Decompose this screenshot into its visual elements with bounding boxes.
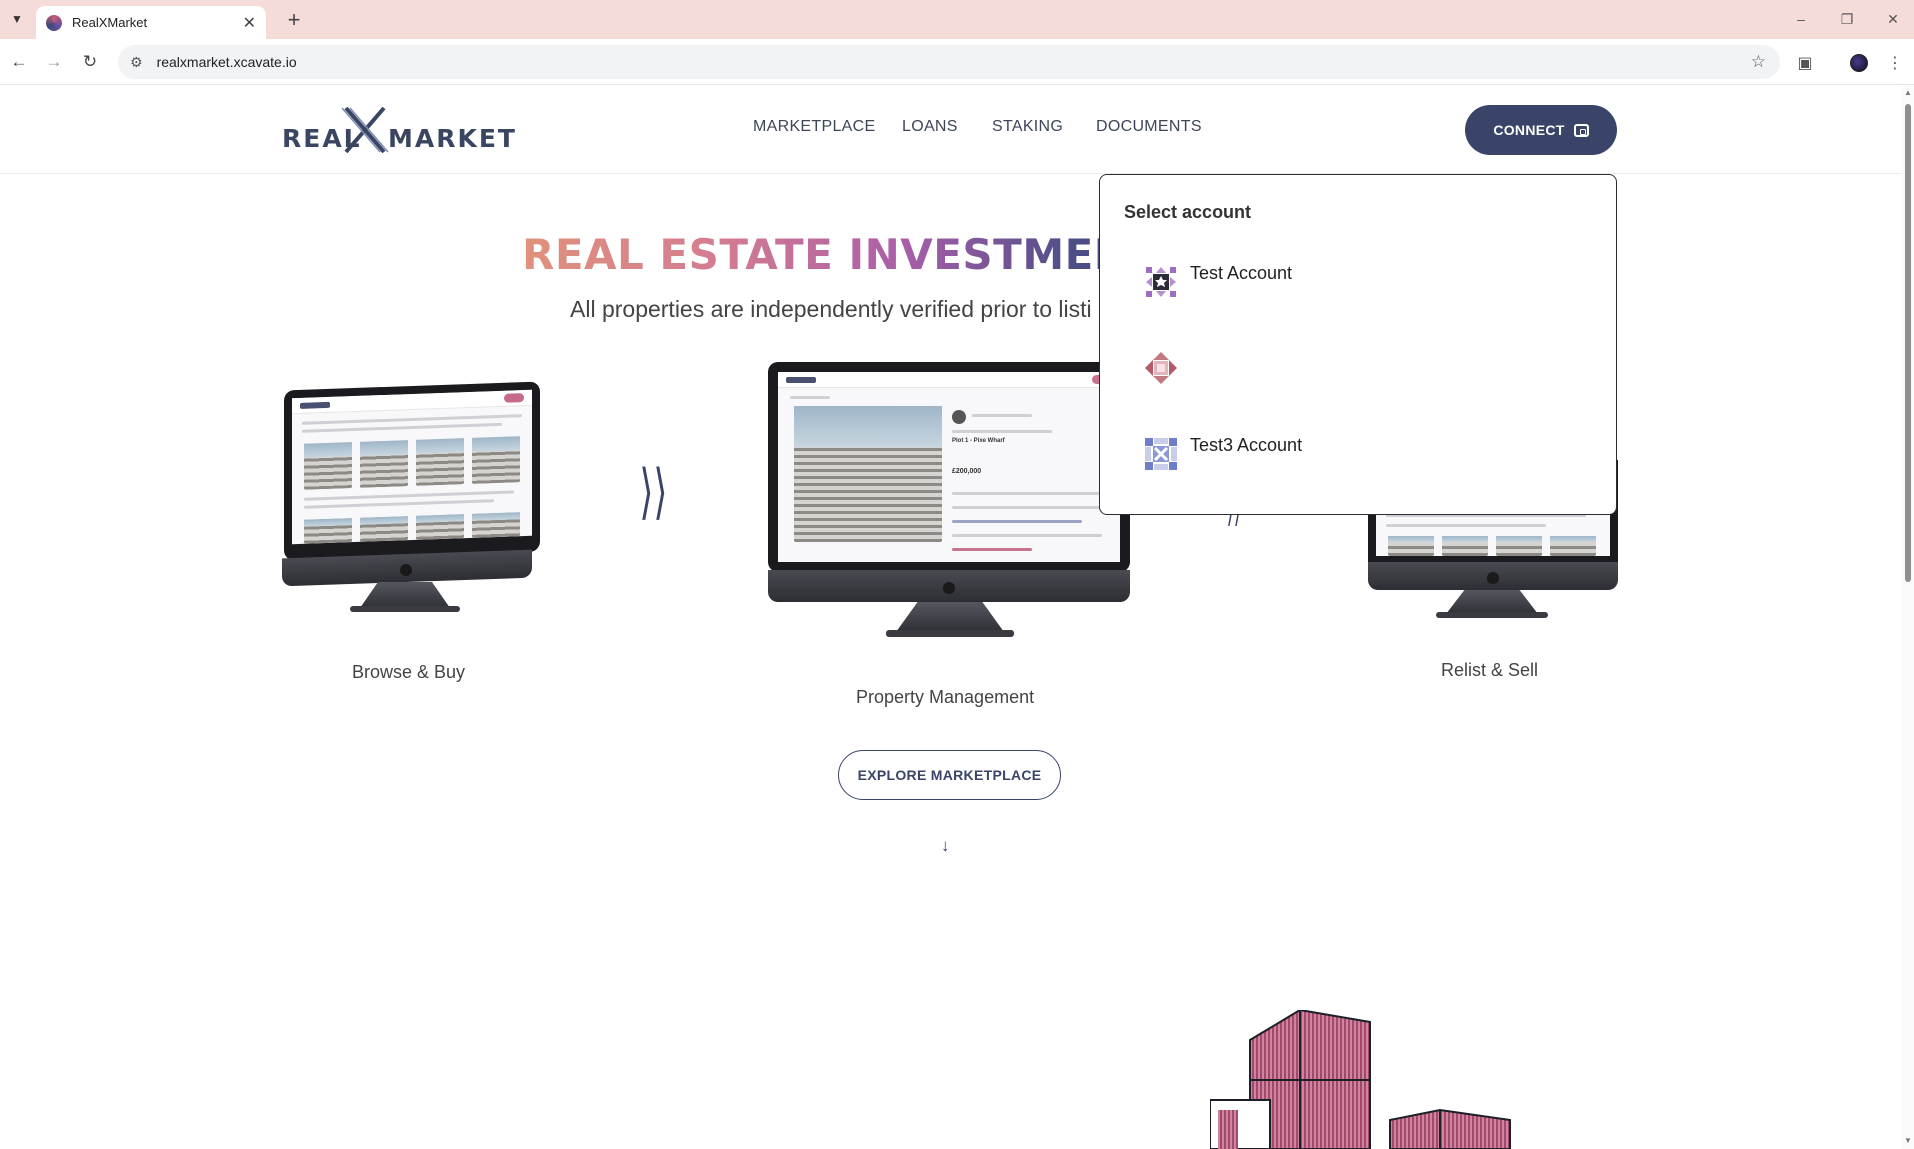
new-tab-plus-icon[interactable]: + xyxy=(280,7,308,33)
tab-close-icon[interactable]: ✕ xyxy=(243,13,256,33)
identicon-blue-cross-icon xyxy=(1144,437,1178,471)
mini-plot-title: Plot 1 - Pixe Wharf xyxy=(952,438,1005,444)
connect-label: CONNECT xyxy=(1493,122,1565,138)
building-illustration xyxy=(1210,1010,1540,1149)
identicon-purple-star-icon xyxy=(1144,265,1178,299)
reload-icon[interactable]: ↻ xyxy=(77,49,103,75)
scroll-up-icon[interactable]: ▲ xyxy=(1904,88,1912,97)
site-info-icon[interactable]: ⚙ xyxy=(130,54,143,71)
bookmark-star-icon[interactable]: ☆ xyxy=(1751,52,1766,72)
browser-toolbar: ← → ↻ ⚙ realxmarket.xcavate.io ☆ ▣ ⋮ xyxy=(0,39,1914,85)
nav-documents[interactable]: DOCUMENTS xyxy=(1096,118,1202,136)
scroll-down-arrow-icon[interactable]: ↓ xyxy=(941,836,950,856)
identicon-red-diamond-icon xyxy=(1144,351,1178,385)
profile-avatar[interactable] xyxy=(1847,51,1871,75)
minimize-icon[interactable]: – xyxy=(1778,6,1824,32)
dropdown-heading: Select account xyxy=(1124,202,1252,222)
site-header: REAL MARKET MARKETPLACE LOANS STAKING DO… xyxy=(0,86,1902,174)
restore-icon[interactable]: ❐ xyxy=(1824,6,1870,32)
realxmarket-logo[interactable]: REAL MARKET xyxy=(282,104,515,156)
nav-staking[interactable]: STAKING xyxy=(992,118,1063,136)
property-management-monitor-image: Plot 1 - Pixe Wharf £200,000 xyxy=(768,362,1132,658)
account-name-1: Test Account xyxy=(1190,263,1293,283)
nav-loans[interactable]: LOANS xyxy=(902,118,958,136)
select-account-dropdown: Select account Test Account Test3 Accoun… xyxy=(1099,174,1617,515)
step-caption-manage: Property Management xyxy=(856,687,1035,707)
tab-list-chevron-icon[interactable]: ▼ xyxy=(6,7,28,31)
browser-tab[interactable]: RealXMarket ✕ xyxy=(36,6,266,39)
explore-marketplace-button[interactable]: EXPLORE MARKETPLACE xyxy=(838,750,1061,800)
step-caption-browse: Browse & Buy xyxy=(352,662,466,682)
account-name-3: Test3 Account xyxy=(1190,435,1303,455)
step-caption-relist: Relist & Sell xyxy=(1441,660,1539,680)
site-favicon-icon xyxy=(46,14,62,31)
account-option-3[interactable]: Test3 Account xyxy=(1100,427,1616,495)
hero-subtitle: All properties are independently verifie… xyxy=(570,296,1092,322)
browser-tab-bar: ▼ RealXMarket ✕ + – ❐ ✕ xyxy=(0,0,1914,39)
window-close-icon[interactable]: ✕ xyxy=(1870,6,1914,32)
logo-x-mark-icon xyxy=(341,106,389,154)
scroll-down-icon[interactable]: ▼ xyxy=(1904,1136,1912,1145)
logo-text-market: MARKET xyxy=(388,124,517,153)
address-bar[interactable]: ⚙ realxmarket.xcavate.io ☆ xyxy=(118,45,1780,79)
step-chevron-icon: ⟩⟩ xyxy=(639,457,668,527)
account-option-2[interactable] xyxy=(1100,343,1616,411)
back-arrow-icon[interactable]: ← xyxy=(6,49,32,75)
scroll-thumb[interactable] xyxy=(1905,104,1911,582)
connect-button[interactable]: CONNECT xyxy=(1465,105,1617,155)
mini-price: £200,000 xyxy=(952,468,982,475)
nav-marketplace[interactable]: MARKETPLACE xyxy=(753,118,875,136)
extensions-puzzle-icon[interactable]: ▣ xyxy=(1793,51,1817,75)
browser-menu-icon[interactable]: ⋮ xyxy=(1883,51,1907,75)
wallet-icon xyxy=(1573,123,1589,137)
account-option-1[interactable]: Test Account xyxy=(1100,255,1616,323)
forward-arrow-icon[interactable]: → xyxy=(41,49,67,75)
url-text[interactable]: realxmarket.xcavate.io xyxy=(157,54,297,70)
browse-monitor-image xyxy=(282,381,542,636)
page-scrollbar[interactable]: ▲ ▼ xyxy=(1902,86,1914,1149)
tab-title: RealXMarket xyxy=(72,15,148,30)
